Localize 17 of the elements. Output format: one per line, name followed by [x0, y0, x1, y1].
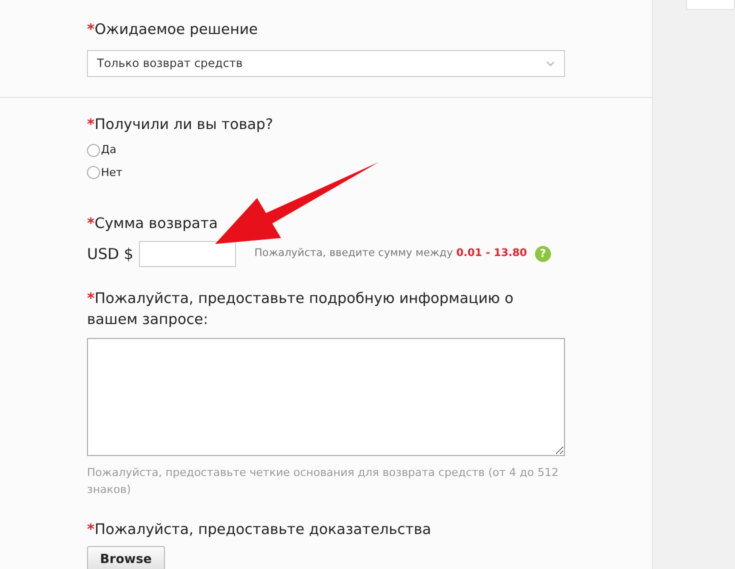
- radio-button[interactable]: [87, 144, 100, 157]
- details-hint: Пожалуйста, предоставьте четкие основания для возврата средств (от 4 до 512 знаков): [87, 465, 560, 498]
- field-label: *Пожалуйста, предоставьте подробную информацию о вашем запросе:: [87, 290, 514, 330]
- radio-label[interactable]: Нет: [101, 164, 122, 181]
- dropdown-field[interactable]: Только возврат средств: [87, 50, 565, 77]
- radio-button[interactable]: [87, 166, 100, 180]
- chevron-down-icon: [546, 60, 555, 66]
- currency-label: USD $: [87, 244, 134, 265]
- details-textarea[interactable]: [87, 338, 565, 456]
- radio-label[interactable]: Да: [101, 142, 116, 158]
- amount-field[interactable]: [139, 241, 236, 267]
- field-label: *Получили ли вы товар?: [87, 116, 274, 135]
- amount-hint: Пожалуйста, введите сумму между 0.01 - 13.80: [254, 246, 527, 262]
- field-label: *Ожидаемое решение: [87, 21, 259, 40]
- field-label: *Пожалуйста, предоставьте доказательства: [87, 521, 432, 540]
- field-label: *Сумма возврата: [87, 215, 219, 234]
- browse-button[interactable]: Browse: [87, 546, 165, 569]
